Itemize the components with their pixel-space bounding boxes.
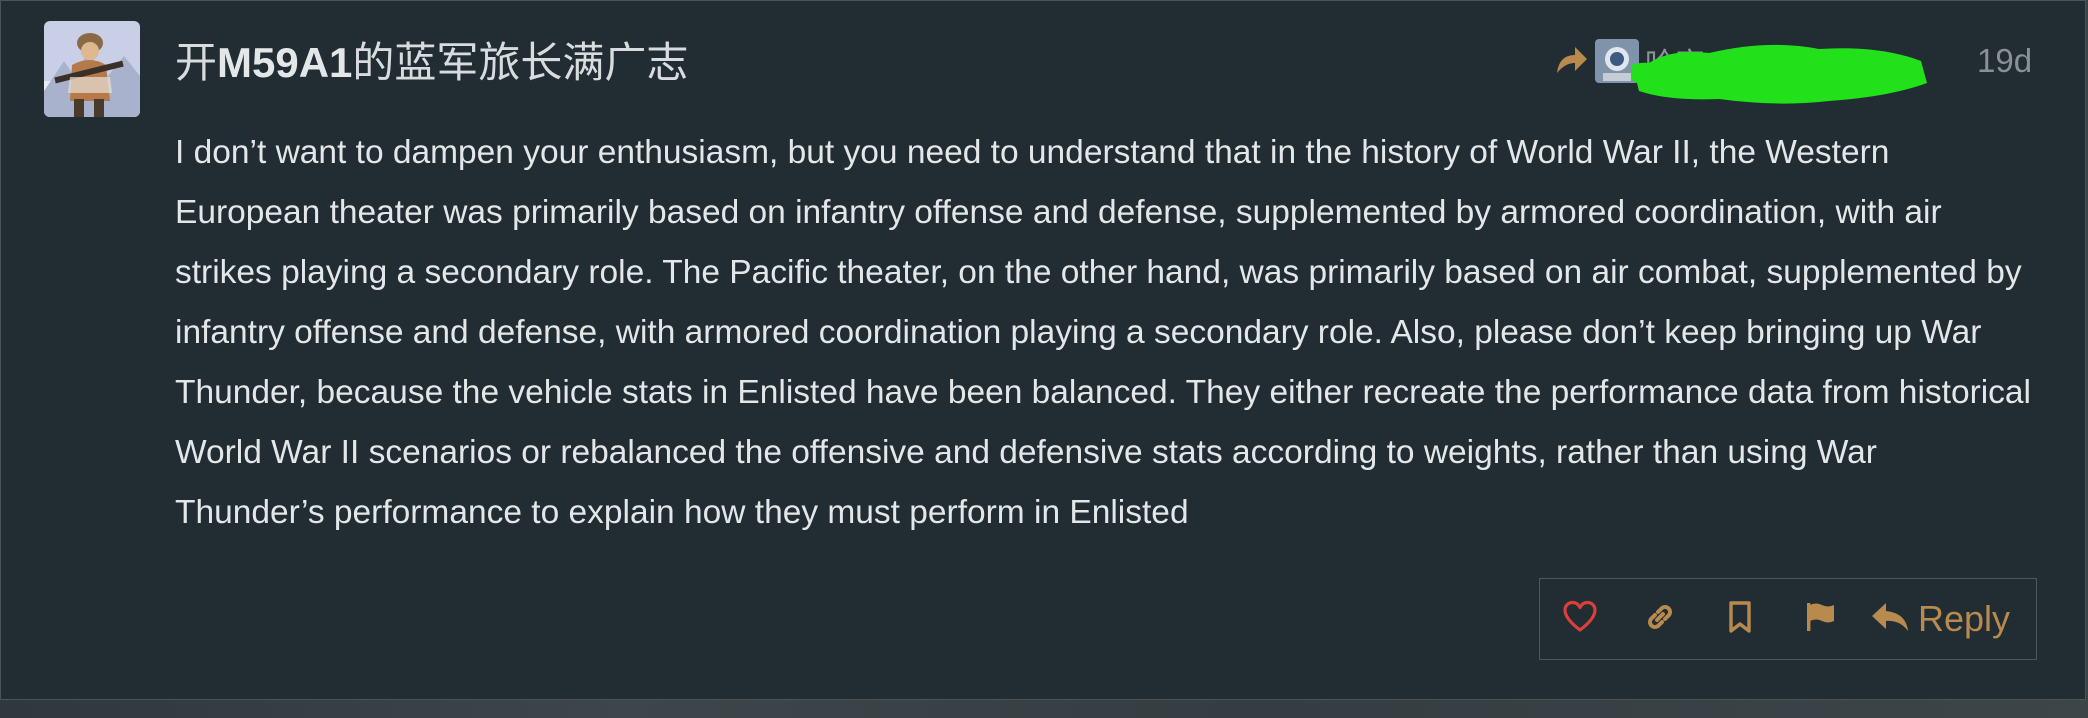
reply-button[interactable]: Reply bbox=[1870, 598, 2010, 640]
post-body-text: I don’t want to dampen your enthusiasm, … bbox=[175, 134, 2031, 531]
heart-icon bbox=[1562, 599, 1598, 640]
share-arrow-icon bbox=[1551, 41, 1591, 81]
post-username[interactable]: 开M59A1的蓝军旅长满广志 bbox=[175, 35, 688, 91]
post-date[interactable]: 19d bbox=[1977, 39, 2032, 83]
flag-button[interactable] bbox=[1780, 579, 1860, 659]
username-suffix: 的蓝军旅长满广志 bbox=[352, 39, 689, 86]
page-background-strip bbox=[0, 700, 2088, 718]
redaction-scribble bbox=[1631, 44, 1927, 104]
username-bold: M59A1 bbox=[217, 39, 353, 86]
username-prefix: 开 bbox=[175, 39, 218, 86]
bookmark-icon bbox=[1722, 599, 1758, 640]
reply-icon bbox=[1870, 599, 1910, 640]
post-actions: Reply bbox=[1539, 578, 2037, 660]
like-button[interactable] bbox=[1540, 579, 1620, 659]
link-icon bbox=[1642, 599, 1678, 640]
user-avatar[interactable] bbox=[44, 21, 140, 117]
bookmark-button[interactable] bbox=[1700, 579, 1780, 659]
post-card: 开M59A1的蓝军旅长满广志 哈家 19d I don’t want to da… bbox=[0, 0, 2086, 700]
reply-label: Reply bbox=[1918, 598, 2011, 639]
flag-icon bbox=[1802, 599, 1838, 640]
copy-link-button[interactable] bbox=[1620, 579, 1700, 659]
post-body: I don’t want to dampen your enthusiasm, … bbox=[175, 123, 2035, 543]
